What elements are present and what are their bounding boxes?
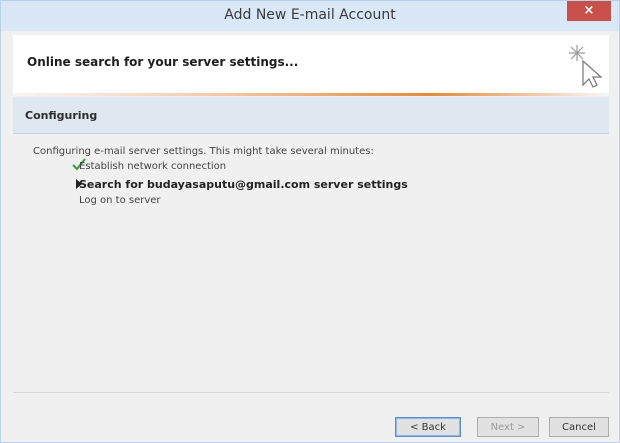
window-title: Add New E-mail Account xyxy=(224,7,396,23)
close-button[interactable]: × xyxy=(567,1,611,21)
content-area: Configuring e-mail server settings. This… xyxy=(13,134,609,392)
step-log-on: Log on to server xyxy=(79,195,161,206)
accent-divider xyxy=(13,93,609,96)
title-bar[interactable]: Add New E-mail Account × xyxy=(1,1,619,31)
header-text: Online search for your server settings..… xyxy=(27,55,299,69)
wizard-header: Online search for your server settings..… xyxy=(13,35,609,93)
button-bar: < Back Next > Cancel xyxy=(13,393,609,442)
section-title: Configuring xyxy=(25,109,98,122)
section-header: Configuring xyxy=(13,97,609,133)
search-cursor-icon xyxy=(569,45,603,88)
step-search-settings: Search for budayasaputu@gmail.com server… xyxy=(79,178,408,191)
step-establish-connection: Establish network connection xyxy=(79,161,227,172)
back-button[interactable]: < Back xyxy=(395,417,461,437)
close-icon: × xyxy=(583,3,595,18)
add-account-dialog: Add New E-mail Account × Online search f… xyxy=(0,0,620,443)
cancel-button[interactable]: Cancel xyxy=(549,417,609,437)
next-button[interactable]: Next > xyxy=(477,417,539,437)
